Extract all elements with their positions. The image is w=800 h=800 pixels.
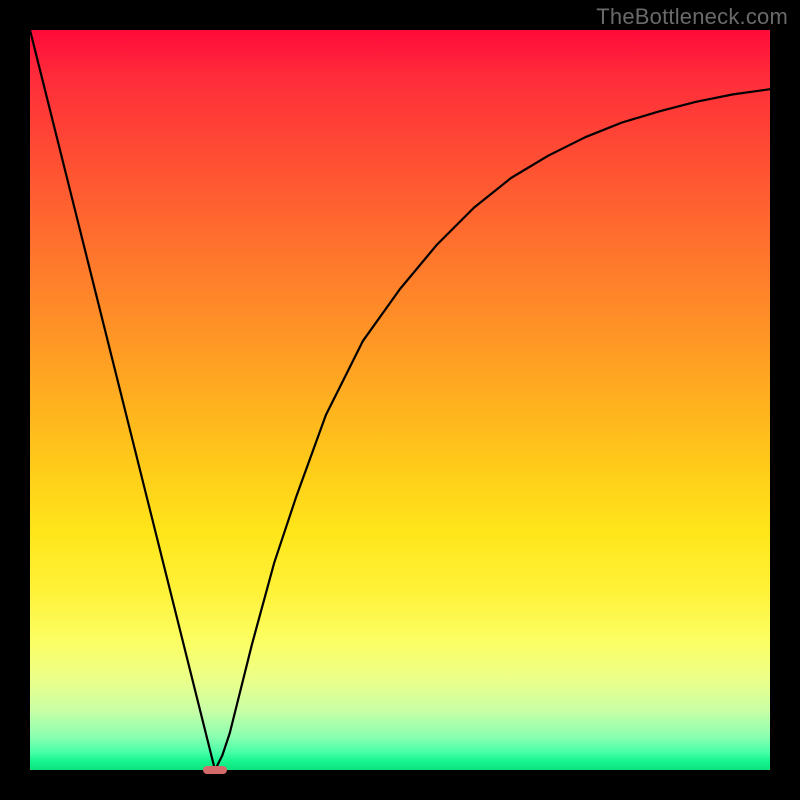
plot-area <box>30 30 770 770</box>
bottleneck-curve <box>30 30 770 770</box>
watermark-text: TheBottleneck.com <box>596 4 788 30</box>
chart-frame: TheBottleneck.com <box>0 0 800 800</box>
optimum-marker <box>203 766 227 775</box>
curve-svg <box>30 30 770 770</box>
